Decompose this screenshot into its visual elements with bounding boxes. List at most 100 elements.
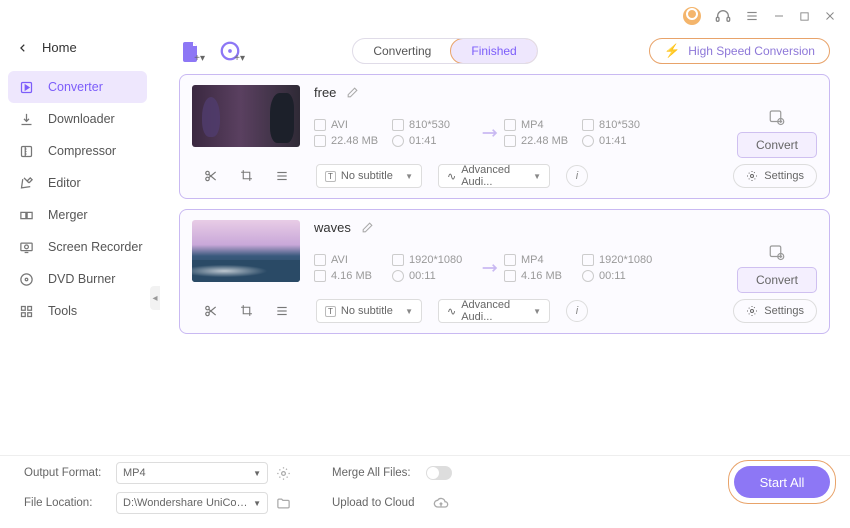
- titlebar: [0, 0, 850, 28]
- sidebar-item-label: Compressor: [48, 144, 116, 158]
- sidebar-item-label: Tools: [48, 304, 77, 318]
- src-size: 4.16 MB: [331, 270, 372, 282]
- output-preset-icon[interactable]: [768, 108, 786, 126]
- home-label: Home: [42, 40, 77, 55]
- dst-resolution: 1920*1080: [599, 254, 652, 266]
- rename-icon[interactable]: [361, 221, 374, 234]
- minimize-icon[interactable]: [773, 10, 785, 22]
- output-format-select[interactable]: MP4▼: [116, 462, 268, 484]
- size-icon: [314, 135, 326, 147]
- merge-all-toggle[interactable]: [426, 466, 452, 480]
- info-icon[interactable]: i: [566, 165, 588, 187]
- file-card: free AVI 22.48 MB 810*530 01:41: [179, 74, 830, 199]
- tools-icon: [18, 303, 34, 319]
- sidebar-item-screen-recorder[interactable]: Screen Recorder: [0, 231, 155, 263]
- downloader-icon: [18, 111, 34, 127]
- merge-all-label: Merge All Files:: [332, 467, 422, 479]
- file-thumbnail[interactable]: [192, 220, 300, 282]
- close-icon[interactable]: [824, 10, 836, 22]
- duration-icon: [392, 135, 404, 147]
- src-format: AVI: [331, 119, 348, 131]
- crop-icon[interactable]: [240, 304, 253, 318]
- convert-arrow-icon: [480, 257, 502, 279]
- src-resolution: 810*530: [409, 119, 450, 131]
- file-thumbnail[interactable]: [192, 85, 300, 147]
- subtitle-select[interactable]: TNo subtitle ▼: [316, 164, 422, 188]
- sidebar-item-dvd-burner[interactable]: DVD Burner: [0, 263, 155, 295]
- support-icon[interactable]: [715, 8, 731, 24]
- sidebar-item-label: Converter: [48, 80, 103, 94]
- sidebar-item-converter[interactable]: Converter: [8, 71, 147, 103]
- sidebar-item-label: Merger: [48, 208, 88, 222]
- file-location-label: File Location:: [24, 497, 112, 509]
- upload-cloud-icon[interactable]: [426, 495, 456, 511]
- src-resolution: 1920*1080: [409, 254, 462, 266]
- sidebar-item-downloader[interactable]: Downloader: [0, 103, 155, 135]
- sidebar-item-label: DVD Burner: [48, 272, 115, 286]
- resolution-icon: [392, 119, 404, 131]
- merger-icon: [18, 207, 34, 223]
- menu-icon[interactable]: [745, 9, 759, 23]
- convert-button[interactable]: Convert: [737, 267, 817, 293]
- output-preset-icon[interactable]: [768, 243, 786, 261]
- resolution-icon: [582, 254, 594, 266]
- dvdburner-icon: [18, 271, 34, 287]
- output-settings-icon[interactable]: [272, 466, 294, 481]
- collapse-sidebar-icon[interactable]: ◂: [150, 286, 160, 310]
- bolt-icon: ⚡: [664, 43, 680, 59]
- maximize-icon[interactable]: [799, 11, 810, 22]
- back-icon[interactable]: [18, 43, 28, 53]
- info-icon[interactable]: i: [566, 300, 588, 322]
- sidebar-item-merger[interactable]: Merger: [0, 199, 155, 231]
- subtitle-icon: T: [325, 306, 336, 317]
- bottom-bar: Output Format: MP4▼ Merge All Files: Fil…: [0, 455, 850, 528]
- status-tabs: Converting Finished: [352, 38, 537, 64]
- duration-icon: [392, 270, 404, 282]
- sidebar-item-compressor[interactable]: Compressor: [0, 135, 155, 167]
- size-icon: [314, 270, 326, 282]
- audio-icon: ∿: [447, 305, 456, 318]
- sidebar: Home Converter Downloader Compressor Editor…: [0, 28, 155, 455]
- rename-icon[interactable]: [346, 86, 359, 99]
- sidebar-item-label: Editor: [48, 176, 81, 190]
- dst-resolution: 810*530: [599, 119, 640, 131]
- dst-size: 22.48 MB: [521, 135, 568, 147]
- top-toolbar: +▾ +▾ Converting Finished ⚡ High Speed C…: [179, 28, 830, 74]
- sidebar-item-tools[interactable]: Tools: [0, 295, 155, 327]
- format-icon: [504, 119, 516, 131]
- file-settings-button[interactable]: Settings: [733, 164, 817, 188]
- audio-select[interactable]: ∿Advanced Audi... ▼: [438, 164, 550, 188]
- dst-format: MP4: [521, 119, 544, 131]
- dst-size: 4.16 MB: [521, 270, 562, 282]
- audio-select[interactable]: ∿Advanced Audi... ▼: [438, 299, 550, 323]
- upload-cloud-label: Upload to Cloud: [332, 497, 422, 509]
- subtitle-select[interactable]: TNo subtitle ▼: [316, 299, 422, 323]
- src-duration: 00:11: [409, 270, 436, 282]
- convert-arrow-icon: [480, 122, 502, 144]
- tab-finished[interactable]: Finished: [450, 38, 537, 64]
- avatar-icon[interactable]: [683, 7, 701, 25]
- add-file-icon[interactable]: +▾: [179, 40, 201, 62]
- start-all-button[interactable]: Start All: [734, 466, 830, 498]
- add-dvd-icon[interactable]: +▾: [219, 40, 241, 62]
- high-speed-button[interactable]: ⚡ High Speed Conversion: [649, 38, 830, 64]
- file-settings-button[interactable]: Settings: [733, 299, 817, 323]
- open-folder-icon[interactable]: [272, 496, 294, 511]
- convert-button[interactable]: Convert: [737, 132, 817, 158]
- crop-icon[interactable]: [240, 169, 253, 183]
- file-location-select[interactable]: D:\Wondershare UniConverter 1▼: [116, 492, 268, 514]
- screenrecorder-icon: [18, 239, 34, 255]
- trim-icon[interactable]: [204, 169, 218, 183]
- trim-icon[interactable]: [204, 304, 218, 318]
- sidebar-item-editor[interactable]: Editor: [0, 167, 155, 199]
- editor-icon: [18, 175, 34, 191]
- more-icon[interactable]: [275, 169, 289, 183]
- dst-duration: 00:11: [599, 270, 626, 282]
- file-card: waves AVI 4.16 MB 1920*1080 00:11: [179, 209, 830, 334]
- tab-converting[interactable]: Converting: [353, 39, 451, 63]
- sidebar-home[interactable]: Home: [0, 34, 155, 61]
- compressor-icon: [18, 143, 34, 159]
- subtitle-icon: T: [325, 171, 336, 182]
- start-all-wrap: Start All: [734, 466, 830, 498]
- more-icon[interactable]: [275, 304, 289, 318]
